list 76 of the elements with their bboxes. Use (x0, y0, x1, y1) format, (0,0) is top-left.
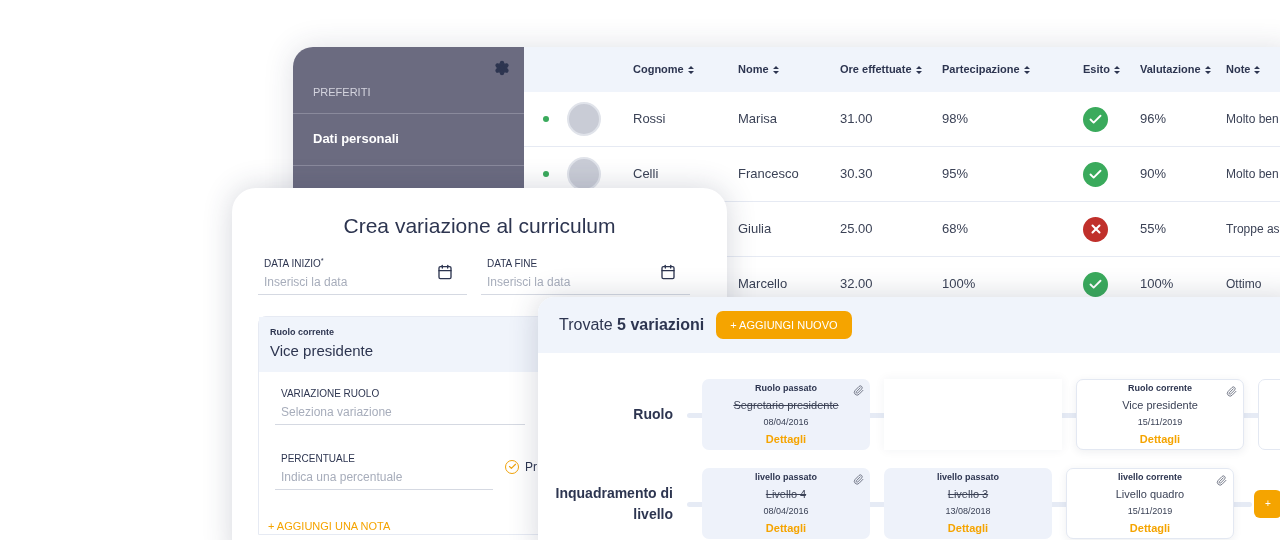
column-header[interactable]: Ore effettuate (840, 61, 912, 78)
card-date: 15/11/2019 (1137, 415, 1183, 429)
field-label: PERCENTUALE (280, 451, 356, 466)
row-label: Ruolo (632, 405, 673, 424)
field-label: DATA INIZIO$^{*}$ (263, 255, 325, 271)
sort-icon (687, 65, 694, 74)
table-cell: Marcello (738, 276, 788, 292)
sort-icon (1113, 65, 1120, 74)
table-cell: Troppe as (1226, 222, 1280, 237)
table-cell: 32.00 (840, 276, 873, 292)
table-cell: 96% (1140, 111, 1167, 127)
card-value: Livello 3 (947, 487, 989, 502)
table-cell: 100% (1140, 276, 1174, 292)
results-count: Trovate 5 variazioni (559, 315, 705, 335)
paperclip-icon[interactable] (853, 474, 864, 485)
sidebar-item[interactable]: Dati personali (293, 112, 524, 166)
section-title: PREFERITI (312, 85, 372, 100)
table-cell: 100% (942, 276, 976, 292)
card-date: 15/11/2019 (1127, 504, 1173, 518)
sort-icon (915, 65, 922, 74)
input-field[interactable]: Indica una percentuale (275, 465, 493, 490)
table-cell: 55% (1140, 221, 1167, 237)
column-header[interactable]: Cognome (633, 61, 684, 78)
row-label: Inquadramento di livello (554, 483, 673, 524)
card-date: 08/04/2016 (763, 504, 809, 518)
card-title: Ruolo corrente (1128, 381, 1192, 395)
table-cell: 90% (1140, 166, 1167, 182)
card-value: Vice presidente (1122, 398, 1198, 413)
table-cell: Ottimo (1226, 277, 1262, 292)
table-cell: Rossi (633, 111, 666, 127)
paperclip-icon[interactable] (853, 385, 864, 396)
card-value: Livello 4 (765, 487, 807, 502)
field-label: Ruolo corrente (270, 326, 335, 339)
table-cell: 31.00 (840, 111, 873, 127)
card-date: 13/08/2018 (945, 504, 991, 518)
calendar-icon[interactable] (437, 263, 453, 280)
column-header[interactable]: Partecipazione (942, 61, 1020, 78)
check-icon (507, 462, 517, 471)
table-cell: Francesco (738, 166, 799, 182)
table-cell: Molto ben (1226, 112, 1279, 127)
date-field[interactable]: Inserisci la data (481, 270, 690, 295)
column-header[interactable]: Note (1226, 61, 1251, 78)
card-value: Segretario presidente (733, 398, 839, 413)
column-header[interactable]: Esito (1083, 61, 1110, 78)
calendar-icon[interactable] (660, 263, 676, 280)
table-cell: Marisa (738, 111, 777, 127)
settings-icon[interactable] (494, 60, 510, 76)
form-title: Crea variazione al curriculum (342, 213, 617, 239)
table-cell: 30.30 (840, 166, 873, 182)
field-label: VARIAZIONE RUOLO (280, 386, 381, 401)
card-title: livello passato (937, 470, 999, 484)
sort-icon (1254, 65, 1261, 74)
card-value: Livello quadro (1115, 487, 1185, 502)
date-field[interactable]: Inserisci la data (258, 270, 467, 295)
sort-icon (1204, 65, 1211, 74)
card-date: 08/04/2016 (763, 415, 809, 429)
table-cell: 98% (942, 111, 969, 127)
card-title: Ruolo passato (755, 381, 817, 395)
sort-icon (772, 65, 779, 74)
sort-icon (1023, 65, 1030, 74)
card-title: livello corrente (1118, 470, 1182, 484)
checkbox-label: Pr (525, 458, 537, 476)
paperclip-icon[interactable] (1216, 475, 1227, 486)
card-title: livello passato (755, 470, 817, 484)
column-header[interactable]: Valutazione (1140, 61, 1201, 78)
column-header[interactable]: Nome (738, 61, 769, 78)
table-cell: Molto ben (1226, 167, 1279, 182)
field-value: Vice presidente (270, 340, 375, 361)
select-field[interactable]: Seleziona variazione (275, 400, 525, 425)
table-cell: Giulia (738, 221, 772, 237)
table-cell: 95% (942, 166, 969, 182)
paperclip-icon[interactable] (1226, 386, 1237, 397)
table-cell: Celli (633, 166, 659, 182)
table-cell: 68% (942, 221, 969, 237)
field-label: DATA FINE (486, 256, 539, 271)
table-cell: 25.00 (840, 221, 873, 237)
